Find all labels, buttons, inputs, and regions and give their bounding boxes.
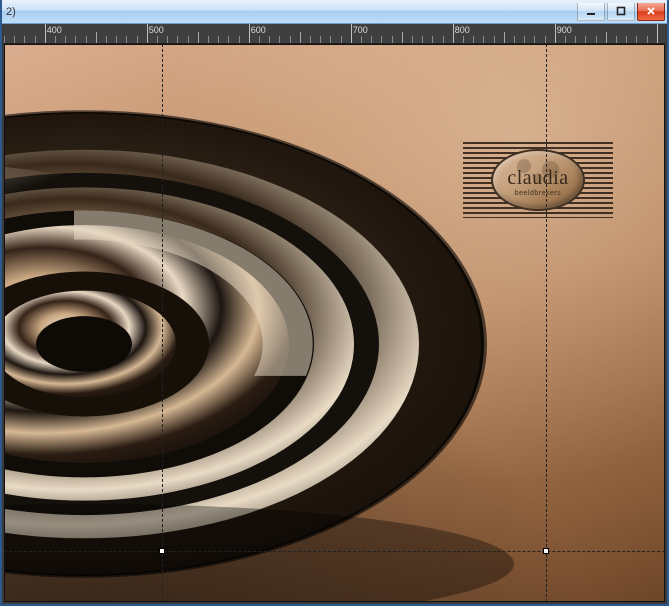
ruler-tick [167,36,168,43]
ruler-tick [626,36,627,43]
horizontal-ruler[interactable]: 400 500 600 700 800 900 [4,24,665,44]
selection-edge-bottom[interactable] [4,551,665,552]
ruler-tick [361,36,362,43]
selection-edge-right[interactable] [546,44,547,602]
ruler-tick [351,24,352,43]
window-controls [577,3,667,21]
ruler-tick [96,32,97,43]
close-button[interactable] [637,3,665,21]
maximize-button[interactable] [607,3,635,21]
window-title: 2) [6,6,16,18]
ruler-label: 500 [149,25,164,35]
ruler-tick [504,32,505,43]
ruler-tick [45,24,46,43]
ruler-tick [269,36,270,43]
ruler-tick [371,36,372,43]
ruler-tick [453,24,454,43]
selection-edge-left[interactable] [162,44,163,602]
ruler-tick [381,36,382,43]
ruler-tick [412,36,413,43]
minimize-icon [586,6,596,16]
disc-artwork [4,44,524,602]
ruler-label: 900 [557,25,572,35]
ruler-tick [188,36,189,43]
ruler-tick [463,36,464,43]
ruler-tick [116,36,117,43]
ruler-tick [575,36,576,43]
ruler-tick [330,36,331,43]
ruler-tick [565,36,566,43]
ruler-tick [585,36,586,43]
ruler-tick [514,36,515,43]
ruler-tick [545,36,546,43]
ruler-tick [239,36,240,43]
ruler-tick [341,36,342,43]
ruler-tick [106,36,107,43]
ruler-tick [177,36,178,43]
ruler-tick [422,36,423,43]
ruler-tick [636,36,637,43]
ruler-tick [300,32,301,43]
maximize-icon [616,6,626,16]
ruler-label: 800 [455,25,470,35]
ruler-tick [392,36,393,43]
ruler-tick [555,24,556,43]
selection-handle[interactable] [159,548,165,554]
ruler-tick [24,36,25,43]
ruler-label: 600 [251,25,266,35]
ruler-tick [55,36,56,43]
ruler-tick [249,24,250,43]
ruler-tick [218,36,219,43]
ruler-tick [86,36,87,43]
ruler-tick [290,36,291,43]
minimize-button[interactable] [577,3,605,21]
ruler-tick [596,36,597,43]
ruler-tick [606,32,607,43]
canvas[interactable]: claudia beeldbrekers [4,44,665,602]
ruler-tick [279,36,280,43]
ruler-tick [320,36,321,43]
ruler-tick [534,36,535,43]
ruler-tick [402,32,403,43]
ruler-tick [35,36,36,43]
ruler-tick [473,36,474,43]
ruler-tick [524,36,525,43]
selection-handle[interactable] [543,548,549,554]
ruler-tick [137,36,138,43]
ruler-tick [443,36,444,43]
ruler-tick [647,36,648,43]
titlebar[interactable]: 2) [2,0,667,24]
ruler-tick [208,36,209,43]
ruler-tick [4,36,5,43]
ruler-tick [75,36,76,43]
close-icon [646,6,656,16]
ruler-tick [657,24,658,43]
ruler-tick [198,32,199,43]
ruler-tick [310,36,311,43]
window-frame: 2) 400 500 600 700 800 900 [0,0,669,606]
ruler-label: 400 [47,25,62,35]
ruler-tick [14,36,15,43]
ruler-tick [616,36,617,43]
ruler-tick [65,36,66,43]
ruler-tick [483,36,484,43]
ruler-tick [494,36,495,43]
ruler-tick [228,36,229,43]
ruler-tick [147,24,148,43]
ruler-tick [432,36,433,43]
ruler-tick [259,36,260,43]
ruler-label: 700 [353,25,368,35]
ruler-tick [157,36,158,43]
ruler-tick [126,36,127,43]
